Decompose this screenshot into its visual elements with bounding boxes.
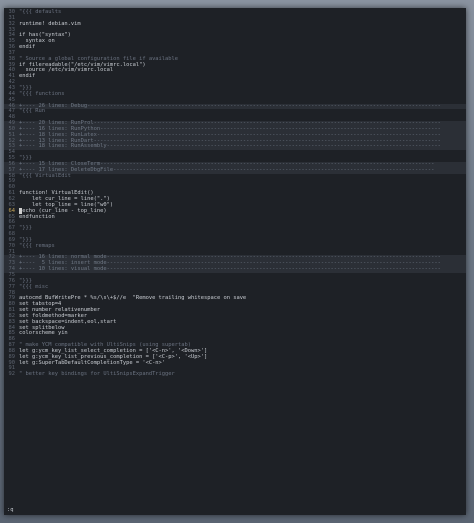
line-text: "{{{ remaps — [19, 242, 55, 249]
line-text: " better key bindings for UltiSnipsExpan… — [19, 371, 175, 378]
line-text: "{{{ VirtualEdit — [19, 172, 71, 179]
line-text: "{{{ defaults — [19, 9, 62, 15]
line-text: endif — [19, 44, 36, 51]
line-text: "{{{ Run — [19, 108, 45, 115]
line-text: +---- 10 lines: visual mode-------------… — [19, 266, 441, 273]
line-text: colorscheme yin — [19, 330, 68, 337]
line-text: +---- 18 lines: RunAssembly-------------… — [19, 143, 441, 150]
line-text: endfunction — [19, 213, 55, 220]
command-line[interactable]: :q — [4, 505, 466, 515]
line-text: "{{{ functions — [19, 90, 65, 97]
line-text: runtime! debian.vim — [19, 20, 81, 27]
vim-editor[interactable]: 30 "{{{ defaults 31 32 runtime! debian.vim 33… — [4, 9, 466, 505]
terminal-window[interactable]: 30 "{{{ defaults 31 32 runtime! debian.vim 33… — [4, 8, 466, 515]
line-number: 92 — [8, 371, 16, 378]
code-line[interactable]: 92 " better key bindings for UltiSnipsExp… — [4, 371, 466, 378]
line-text: endif — [19, 73, 36, 80]
line-text: +---- 17 lines: DeleteDbgFile-----------… — [19, 166, 435, 173]
line-text: "}}} — [19, 225, 32, 232]
line-text: let g:SuperTabDefaultCompletionType = '<… — [19, 359, 166, 366]
line-text: +---- 26 lines: Debug-------------------… — [19, 102, 441, 109]
line-text: "{{{ misc — [19, 283, 49, 290]
